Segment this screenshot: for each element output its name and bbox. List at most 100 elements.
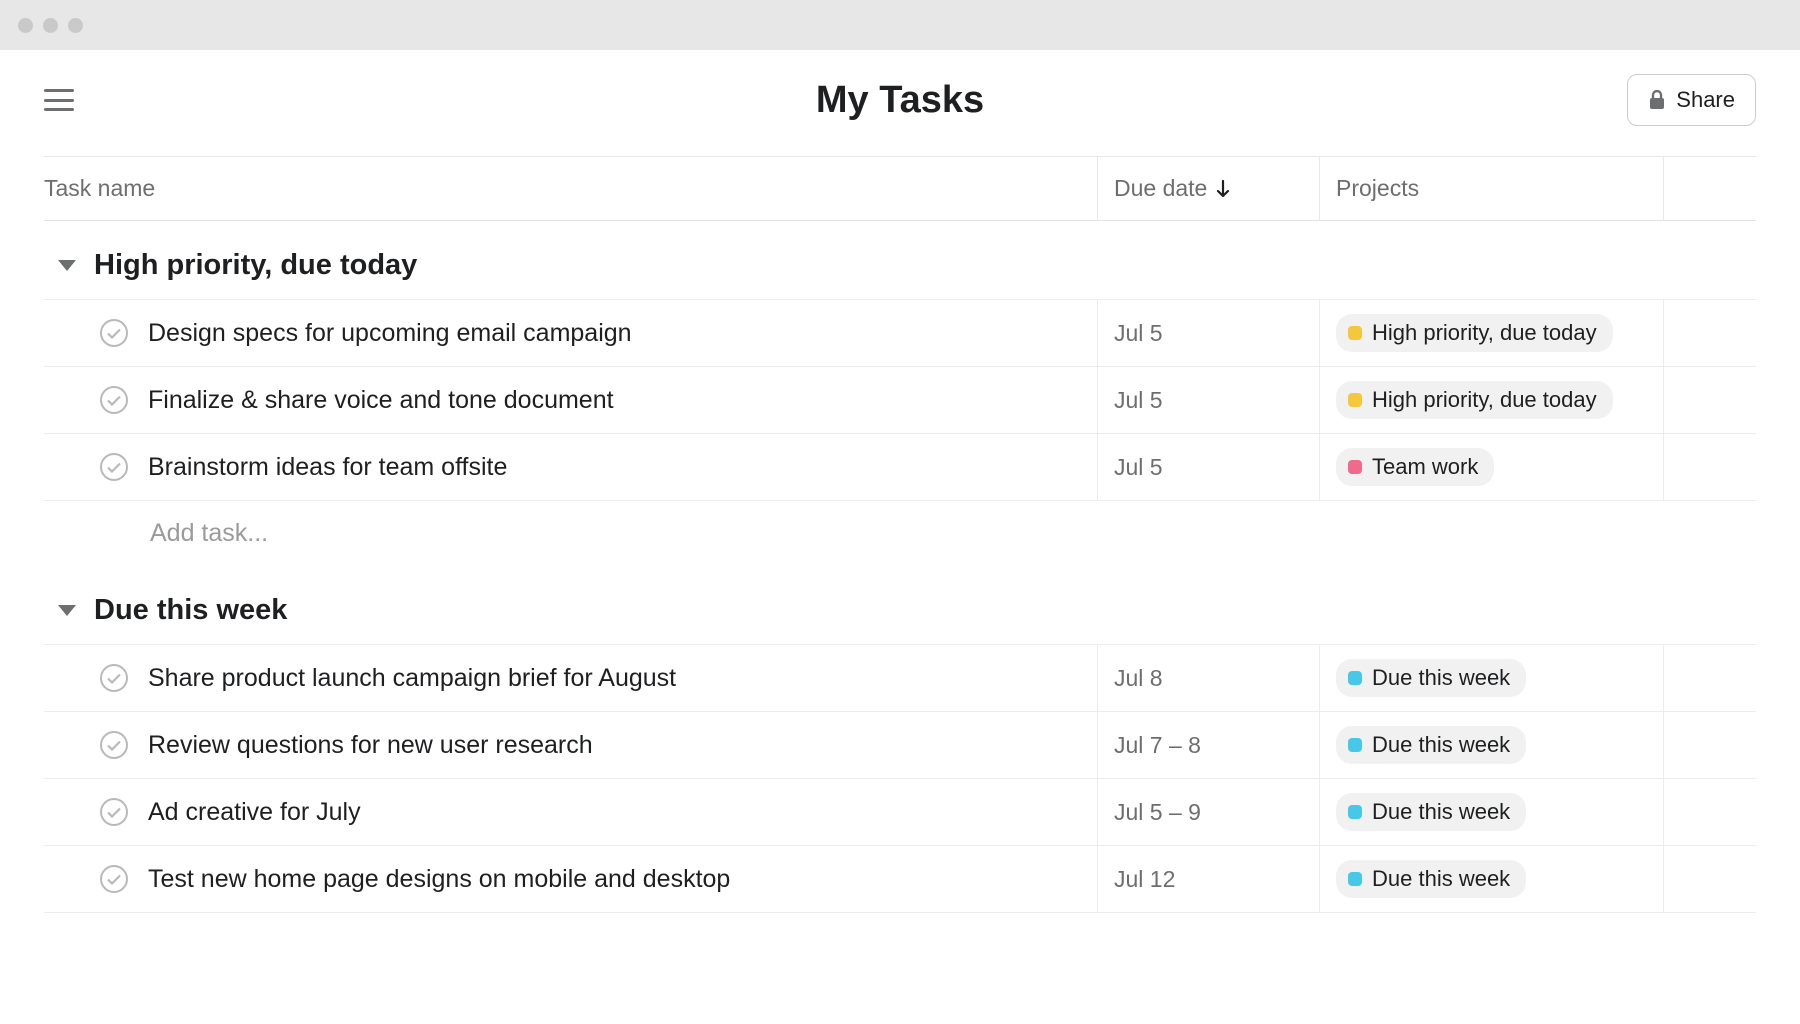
add-task-input[interactable]: Add task... — [44, 501, 1756, 566]
column-spacer — [1664, 157, 1756, 220]
task-row[interactable]: Finalize & share voice and tone document… — [44, 366, 1756, 434]
task-due-cell[interactable]: Jul 12 — [1098, 846, 1320, 912]
task-title: Design specs for upcoming email campaign — [148, 319, 632, 348]
page-header: My Tasks Share — [0, 50, 1800, 156]
complete-checkbox[interactable] — [100, 453, 128, 481]
check-icon — [107, 462, 121, 473]
task-project-cell[interactable]: Due this week — [1320, 779, 1664, 845]
task-title: Review questions for new user research — [148, 731, 593, 760]
caret-down-icon — [58, 260, 76, 271]
menu-icon[interactable] — [44, 89, 74, 111]
share-button[interactable]: Share — [1627, 74, 1756, 126]
traffic-light-minimize[interactable] — [43, 18, 58, 33]
column-projects[interactable]: Projects — [1320, 157, 1664, 220]
task-name-cell[interactable]: Design specs for upcoming email campaign — [44, 300, 1098, 366]
task-row[interactable]: Share product launch campaign brief for … — [44, 644, 1756, 712]
column-name-label: Task name — [44, 175, 155, 201]
task-row[interactable]: Test new home page designs on mobile and… — [44, 845, 1756, 913]
project-tag-label: High priority, due today — [1372, 387, 1597, 413]
project-tag-color — [1348, 805, 1362, 819]
traffic-light-close[interactable] — [18, 18, 33, 33]
task-due-cell[interactable]: Jul 5 — [1098, 434, 1320, 500]
task-due-cell[interactable]: Jul 8 — [1098, 645, 1320, 711]
task-name-cell[interactable]: Share product launch campaign brief for … — [44, 645, 1098, 711]
task-due: Jul 5 — [1114, 454, 1163, 481]
project-tag[interactable]: High priority, due today — [1336, 381, 1613, 419]
project-tag[interactable]: Due this week — [1336, 659, 1526, 697]
task-title: Test new home page designs on mobile and… — [148, 865, 730, 894]
project-tag-label: Due this week — [1372, 866, 1510, 892]
task-due: Jul 7 – 8 — [1114, 732, 1201, 759]
project-tag-label: Due this week — [1372, 799, 1510, 825]
task-title: Finalize & share voice and tone document — [148, 386, 614, 415]
task-title: Ad creative for July — [148, 798, 361, 827]
task-project-cell[interactable]: Due this week — [1320, 645, 1664, 711]
check-icon — [107, 807, 121, 818]
task-title: Share product launch campaign brief for … — [148, 664, 676, 693]
task-due-cell[interactable]: Jul 7 – 8 — [1098, 712, 1320, 778]
caret-down-icon — [58, 605, 76, 616]
task-row[interactable]: Brainstorm ideas for team offsite Jul 5 Te… — [44, 433, 1756, 501]
page-title: My Tasks — [816, 79, 984, 122]
row-spacer — [1664, 712, 1756, 778]
project-tag[interactable]: High priority, due today — [1336, 314, 1613, 352]
task-due: Jul 5 – 9 — [1114, 799, 1201, 826]
column-due-label: Due date — [1114, 175, 1207, 202]
column-name[interactable]: Task name — [44, 157, 1098, 220]
complete-checkbox[interactable] — [100, 731, 128, 759]
project-tag-color — [1348, 872, 1362, 886]
check-icon — [107, 328, 121, 339]
project-tag-label: Team work — [1372, 454, 1478, 480]
row-spacer — [1664, 300, 1756, 366]
project-tag[interactable]: Due this week — [1336, 793, 1526, 831]
complete-checkbox[interactable] — [100, 386, 128, 414]
task-due-cell[interactable]: Jul 5 – 9 — [1098, 779, 1320, 845]
check-icon — [107, 874, 121, 885]
task-row[interactable]: Review questions for new user research Ju… — [44, 711, 1756, 779]
task-due: Jul 5 — [1114, 320, 1163, 347]
project-tag[interactable]: Due this week — [1336, 726, 1526, 764]
task-name-cell[interactable]: Test new home page designs on mobile and… — [44, 846, 1098, 912]
task-name-cell[interactable]: Finalize & share voice and tone document — [44, 367, 1098, 433]
task-project-cell[interactable]: Team work — [1320, 434, 1664, 500]
task-project-cell[interactable]: High priority, due today — [1320, 300, 1664, 366]
row-spacer — [1664, 434, 1756, 500]
complete-checkbox[interactable] — [100, 319, 128, 347]
task-due-cell[interactable]: Jul 5 — [1098, 367, 1320, 433]
project-tag-color — [1348, 393, 1362, 407]
project-tag-color — [1348, 671, 1362, 685]
complete-checkbox[interactable] — [100, 798, 128, 826]
column-projects-label: Projects — [1336, 175, 1419, 201]
task-row[interactable]: Ad creative for July Jul 5 – 9 Due this we… — [44, 778, 1756, 846]
task-project-cell[interactable]: Due this week — [1320, 712, 1664, 778]
project-tag-color — [1348, 460, 1362, 474]
section-header[interactable]: Due this week — [44, 566, 1756, 645]
task-due-cell[interactable]: Jul 5 — [1098, 300, 1320, 366]
complete-checkbox[interactable] — [100, 664, 128, 692]
task-due: Jul 8 — [1114, 665, 1163, 692]
task-due: Jul 5 — [1114, 387, 1163, 414]
task-name-cell[interactable]: Review questions for new user research — [44, 712, 1098, 778]
row-spacer — [1664, 645, 1756, 711]
traffic-light-zoom[interactable] — [68, 18, 83, 33]
project-tag[interactable]: Due this week — [1336, 860, 1526, 898]
project-tag-label: Due this week — [1372, 665, 1510, 691]
project-tag-color — [1348, 738, 1362, 752]
project-tag-color — [1348, 326, 1362, 340]
task-table: Task name Due date Projects High priorit… — [0, 156, 1800, 913]
row-spacer — [1664, 846, 1756, 912]
task-name-cell[interactable]: Brainstorm ideas for team offsite — [44, 434, 1098, 500]
column-headers: Task name Due date Projects — [44, 156, 1756, 221]
task-row[interactable]: Design specs for upcoming email campaign… — [44, 299, 1756, 367]
complete-checkbox[interactable] — [100, 865, 128, 893]
project-tag-label: High priority, due today — [1372, 320, 1597, 346]
section-header[interactable]: High priority, due today — [44, 221, 1756, 300]
project-tag-label: Due this week — [1372, 732, 1510, 758]
task-name-cell[interactable]: Ad creative for July — [44, 779, 1098, 845]
task-project-cell[interactable]: High priority, due today — [1320, 367, 1664, 433]
column-due-date[interactable]: Due date — [1098, 157, 1320, 220]
task-project-cell[interactable]: Due this week — [1320, 846, 1664, 912]
project-tag[interactable]: Team work — [1336, 448, 1494, 486]
row-spacer — [1664, 367, 1756, 433]
task-due: Jul 12 — [1114, 866, 1175, 893]
